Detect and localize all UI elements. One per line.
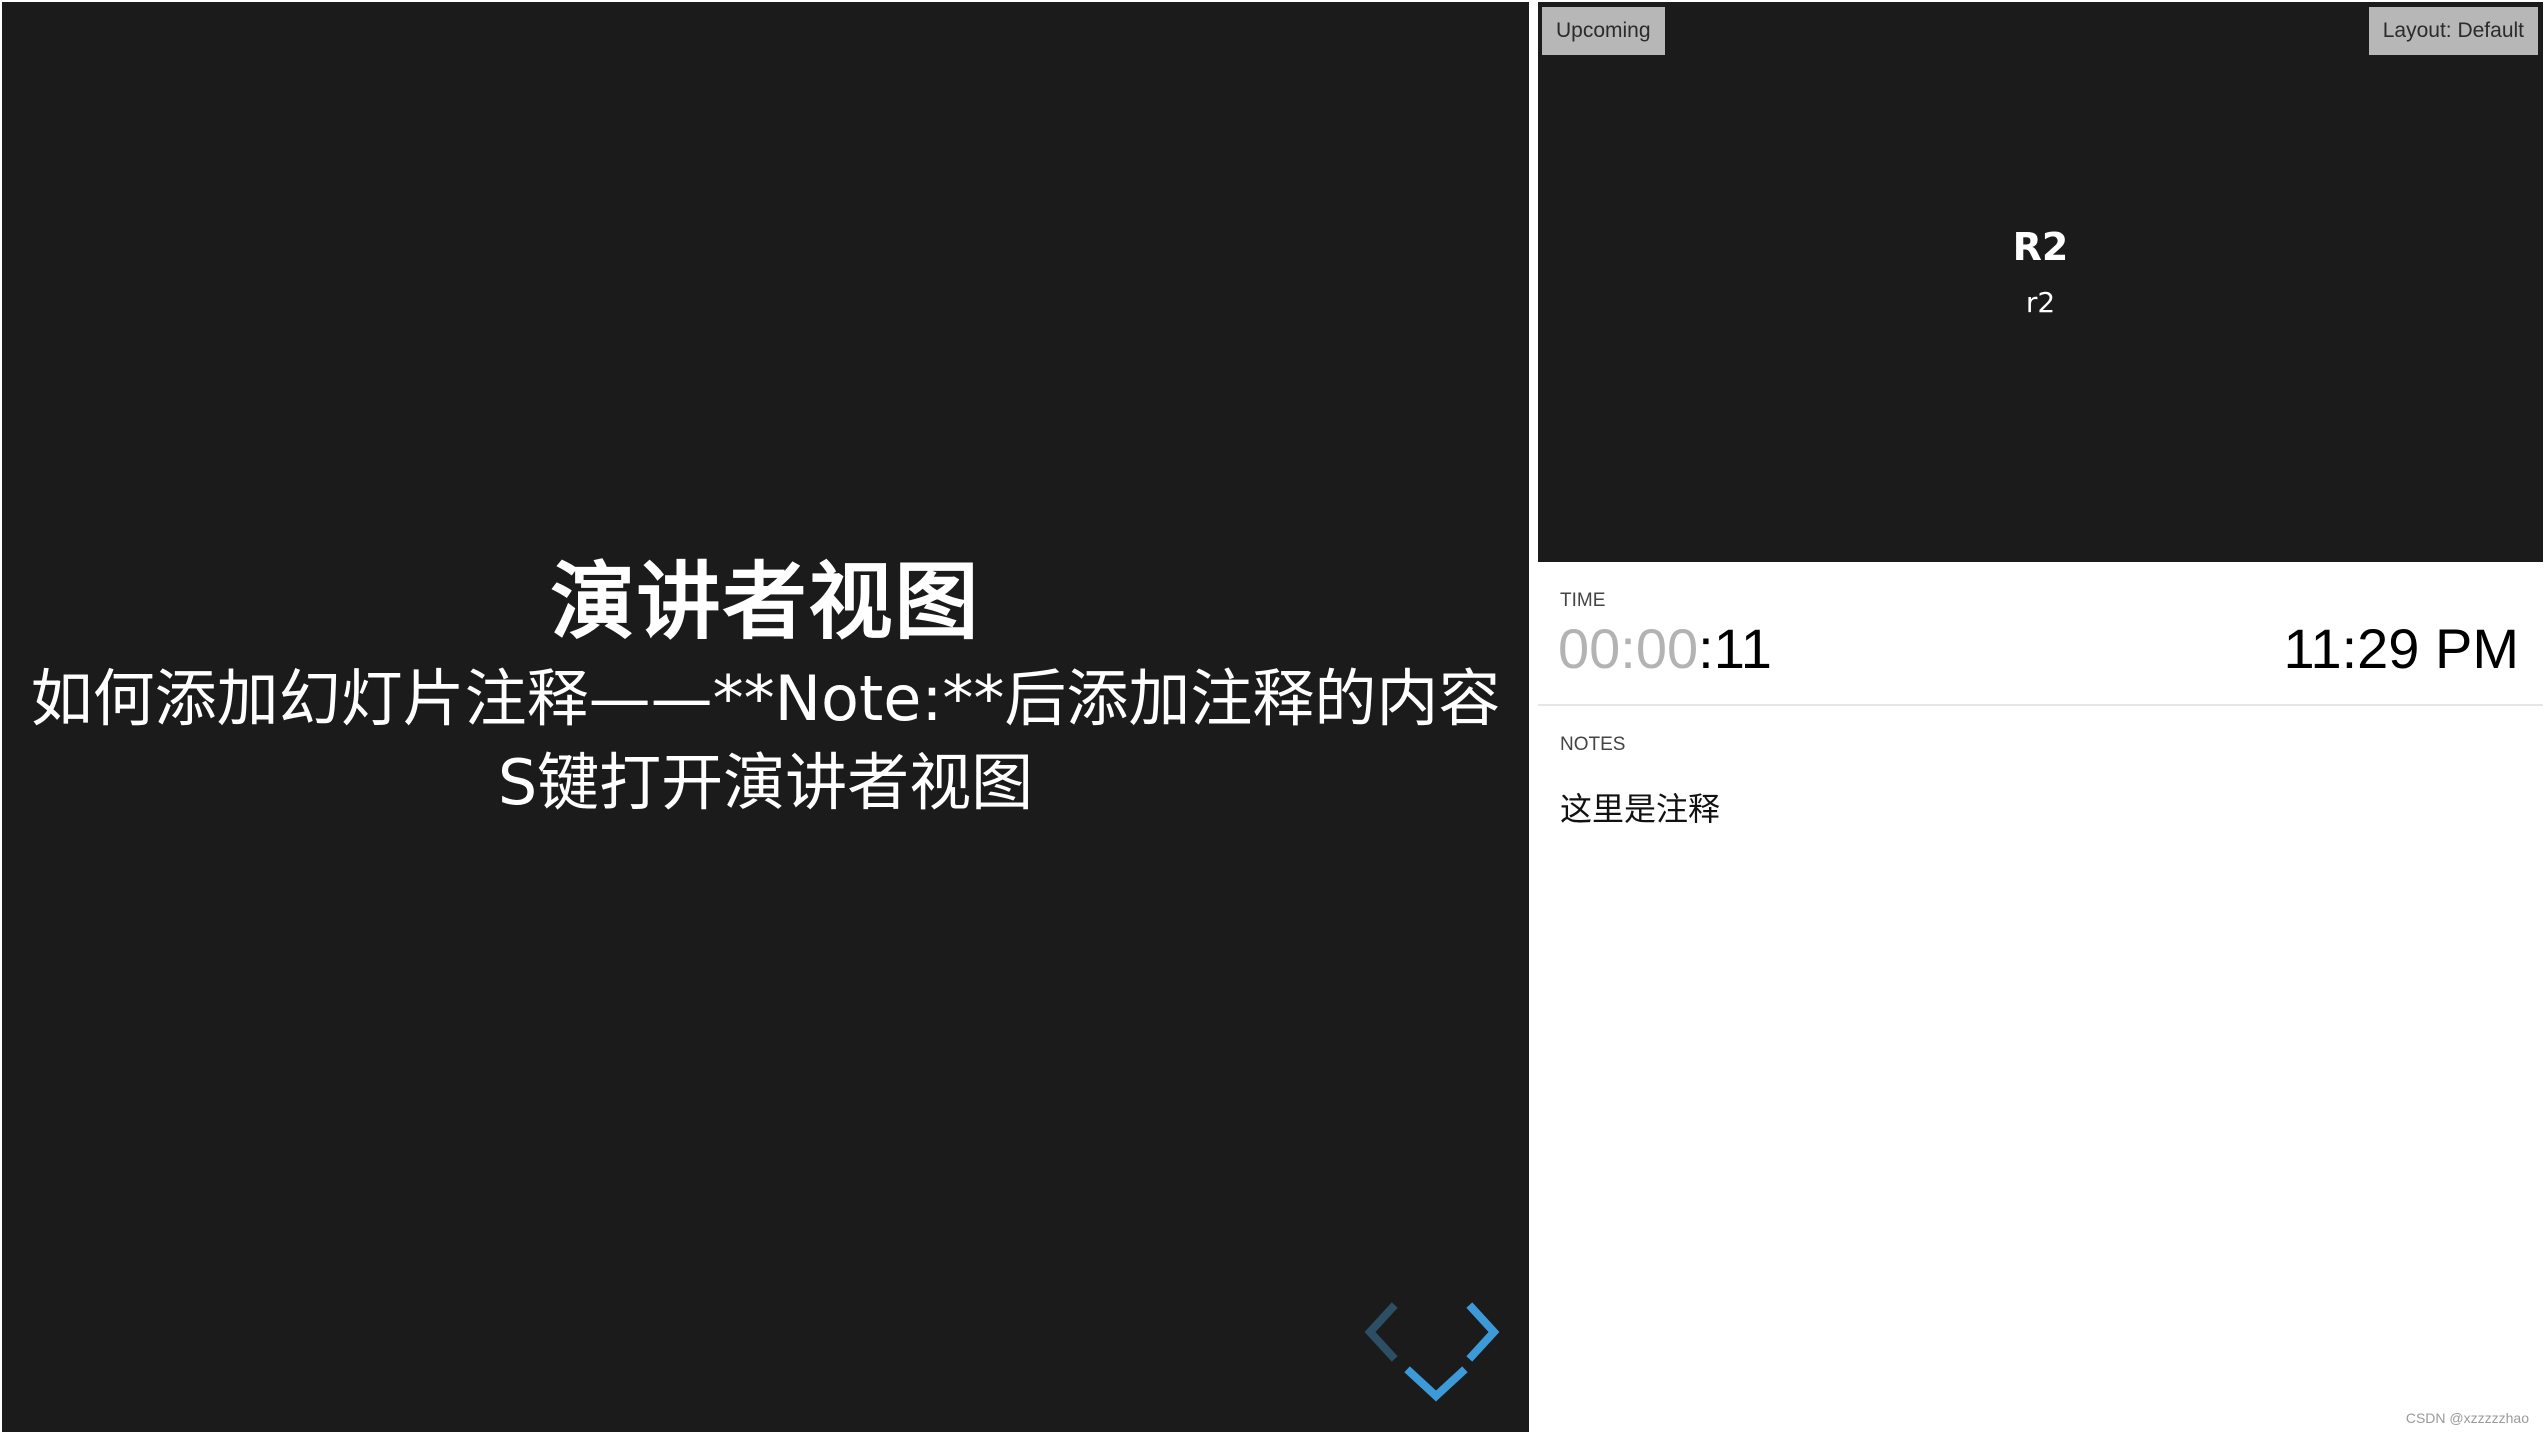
slide-line-2: S键打开演讲者视图 <box>497 746 1034 819</box>
elapsed-timer[interactable]: 00:00:11 <box>1558 614 1772 684</box>
notes-section: NOTES 这里是注释 CSDN @xzzzzzhao <box>1538 706 2543 1432</box>
time-label: TIME <box>1560 590 1606 611</box>
notes-label: NOTES <box>1560 734 1626 755</box>
chevron-down-icon[interactable] <box>1404 1366 1468 1402</box>
current-slide: 演讲者视图 如何添加幻灯片注释——**Note:**后添加注释的内容 S键打开演… <box>2 2 1529 1432</box>
watermark: CSDN @xzzzzzhao <box>2405 1410 2529 1426</box>
layout-button[interactable]: Layout: Default <box>2368 7 2538 55</box>
chevron-right-icon[interactable] <box>1466 1302 1502 1362</box>
current-clock: 11:29 PM <box>2283 617 2519 680</box>
notes-text: 这里是注释 <box>1560 790 1721 828</box>
slide-title: 演讲者视图 <box>550 553 981 651</box>
upcoming-label: Upcoming <box>1542 7 1665 55</box>
presenter-view: 演讲者视图 如何添加幻灯片注释——**Note:**后添加注释的内容 S键打开演… <box>0 0 2545 1434</box>
upcoming-slide-title: R2 <box>2012 225 2069 269</box>
timer-muted-part: 00:00 <box>1558 617 1699 680</box>
slide-line-1: 如何添加幻灯片注释——**Note:**后添加注释的内容 <box>30 662 1501 735</box>
upcoming-slide-preview: Upcoming Layout: Default R2 r2 <box>1538 2 2543 562</box>
chevron-left-icon[interactable] <box>1362 1302 1398 1362</box>
time-section: TIME 00:00:11 11:29 PM <box>1538 562 2543 706</box>
timer-active-part: :11 <box>1698 617 1772 680</box>
upcoming-slide-content: R2 r2 <box>1538 217 2543 329</box>
upcoming-slide-subtitle: r2 <box>2025 286 2056 319</box>
current-slide-content: 演讲者视图 如何添加幻灯片注释——**Note:**后添加注释的内容 S键打开演… <box>2 547 1529 825</box>
slide-navigation <box>1362 1302 1512 1422</box>
